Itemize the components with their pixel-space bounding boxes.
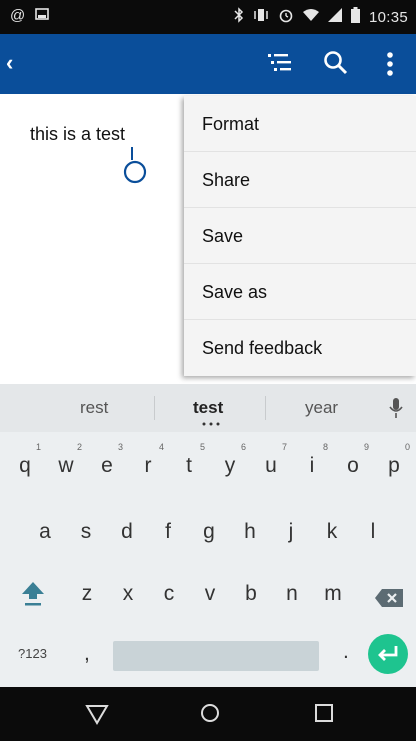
space-bar[interactable]: [113, 641, 319, 671]
nav-back-icon[interactable]: [85, 703, 109, 725]
key-p[interactable]: p: [377, 454, 411, 478]
battery-icon: [350, 7, 360, 27]
key-hint-number: 7: [282, 442, 288, 452]
key-h[interactable]: h: [233, 520, 267, 544]
key-e[interactable]: e: [90, 454, 124, 478]
suggestion-test[interactable]: test: [193, 398, 223, 418]
key-n[interactable]: n: [275, 582, 309, 606]
vibrate-icon: [253, 7, 269, 27]
key-o[interactable]: o: [336, 454, 370, 478]
screen: @ 10:35 ‹ this is a test Format Share Sa…: [0, 0, 416, 741]
shift-key-icon[interactable]: [20, 580, 46, 613]
menu-item-format[interactable]: Format: [184, 96, 416, 152]
key-f[interactable]: f: [151, 520, 185, 544]
overflow-menu: Format Share Save Save as Send feedback: [184, 96, 416, 376]
alarm-icon: [278, 7, 294, 27]
bluetooth-icon: [234, 7, 244, 27]
key-hint-number: 5: [200, 442, 206, 452]
microphone-icon[interactable]: [388, 396, 404, 420]
key-r[interactable]: r: [131, 454, 165, 478]
key-c[interactable]: c: [152, 582, 186, 606]
editor-text[interactable]: this is a test: [30, 124, 125, 145]
period-key[interactable]: .: [343, 640, 349, 664]
key-s[interactable]: s: [69, 520, 103, 544]
wifi-icon: [302, 8, 319, 26]
comma-key[interactable]: ,: [84, 642, 90, 666]
key-y[interactable]: y: [213, 454, 247, 478]
navigation-bar: [0, 687, 416, 741]
key-hint-number: 2: [77, 442, 83, 452]
key-t[interactable]: t: [172, 454, 206, 478]
menu-item-save-as[interactable]: Save as: [184, 264, 416, 320]
suggestion-bar: rest test year: [0, 384, 416, 432]
key-j[interactable]: j: [274, 520, 308, 544]
key-hint-number: 4: [159, 442, 165, 452]
at-sign-icon: @: [10, 7, 26, 24]
key-x[interactable]: x: [111, 582, 145, 606]
menu-item-send-feedback[interactable]: Send feedback: [184, 320, 416, 376]
app-bar: ‹: [0, 34, 416, 94]
key-g[interactable]: g: [192, 520, 226, 544]
status-right-icons: 10:35: [234, 7, 408, 27]
suggestion-rest[interactable]: rest: [80, 398, 108, 418]
key-hint-number: 6: [241, 442, 247, 452]
key-hint-number: 0: [405, 442, 411, 452]
key-b[interactable]: b: [234, 582, 268, 606]
key-a[interactable]: a: [28, 520, 62, 544]
enter-arrow-icon: [378, 646, 398, 661]
more-options-icon[interactable]: [386, 51, 394, 77]
backspace-key-icon[interactable]: [374, 588, 404, 613]
key-i[interactable]: i: [295, 454, 329, 478]
key-q[interactable]: q: [8, 454, 42, 478]
list-format-icon[interactable]: [268, 53, 292, 73]
suggestion-divider: [154, 396, 155, 420]
nav-home-icon[interactable]: [199, 702, 221, 724]
enter-key[interactable]: [368, 634, 408, 674]
search-icon[interactable]: [322, 49, 350, 77]
key-hint-number: 3: [118, 442, 124, 452]
nav-recent-apps-icon[interactable]: [314, 703, 334, 723]
suggestion-year[interactable]: year: [305, 398, 338, 418]
text-cursor-handle-icon[interactable]: [120, 124, 154, 184]
menu-item-share[interactable]: Share: [184, 152, 416, 208]
more-suggestions-icon[interactable]: [201, 422, 221, 426]
key-v[interactable]: v: [193, 582, 227, 606]
key-z[interactable]: z: [70, 582, 104, 606]
key-l[interactable]: l: [356, 520, 390, 544]
key-k[interactable]: k: [315, 520, 349, 544]
key-d[interactable]: d: [110, 520, 144, 544]
key-hint-number: 8: [323, 442, 329, 452]
image-icon: [35, 7, 50, 25]
signal-icon: [327, 8, 342, 26]
keyboard: rest test year 1 2 3 4 5 6 7 8 9 0 q w e…: [0, 384, 416, 687]
status-left-icons: @: [10, 7, 50, 25]
back-button[interactable]: ‹: [6, 50, 13, 76]
key-m[interactable]: m: [316, 582, 350, 606]
key-u[interactable]: u: [254, 454, 288, 478]
status-time: 10:35: [368, 8, 408, 26]
status-bar: @ 10:35: [0, 0, 416, 34]
key-w[interactable]: w: [49, 454, 83, 478]
key-hint-number: 9: [364, 442, 370, 452]
menu-item-save[interactable]: Save: [184, 208, 416, 264]
key-hint-number: 1: [36, 442, 42, 452]
symbols-key[interactable]: ?123: [18, 646, 47, 661]
suggestion-divider: [265, 396, 266, 420]
